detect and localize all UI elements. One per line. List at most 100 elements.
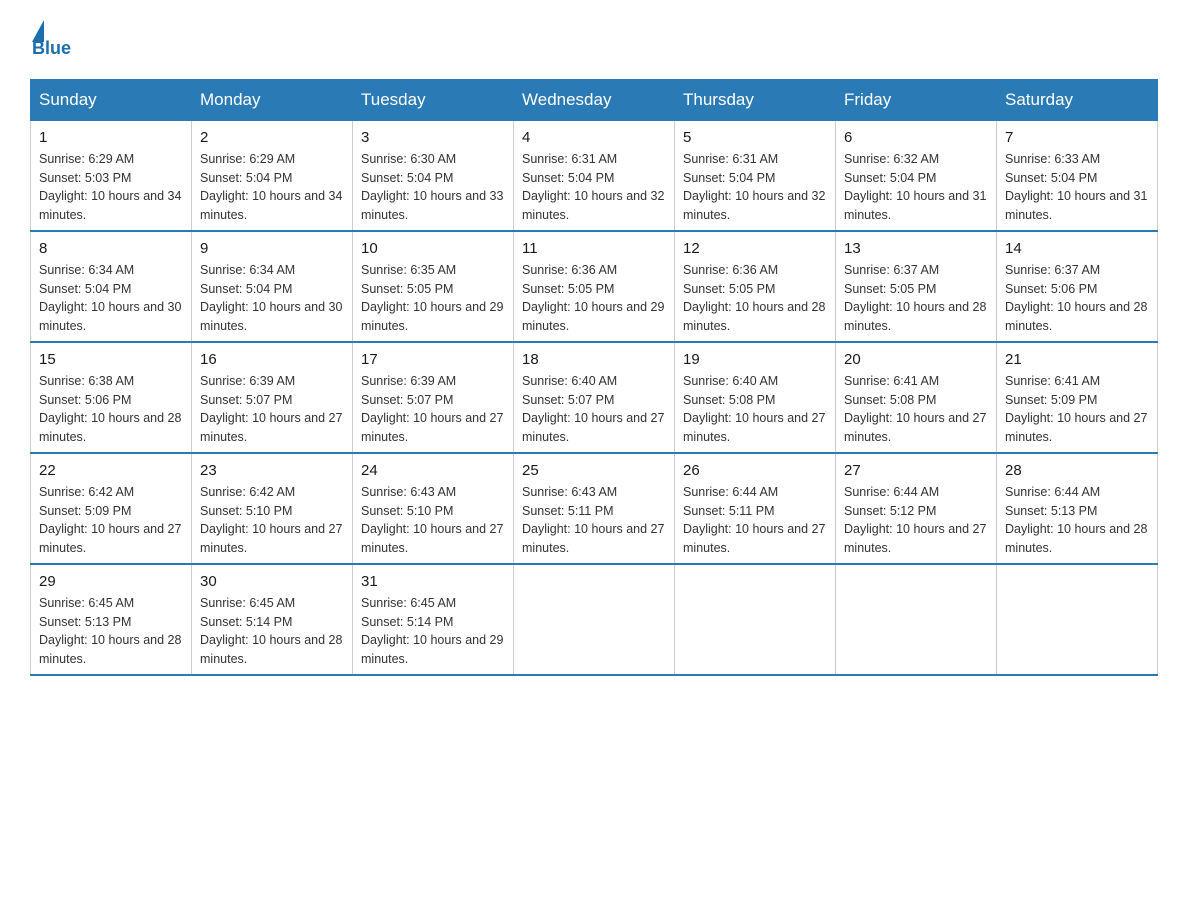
calendar-day-cell: 22 Sunrise: 6:42 AM Sunset: 5:09 PM Dayl… (31, 453, 192, 564)
calendar-day-cell: 28 Sunrise: 6:44 AM Sunset: 5:13 PM Dayl… (997, 453, 1158, 564)
day-daylight: Daylight: 10 hours and 27 minutes. (522, 522, 664, 555)
calendar-header-monday: Monday (192, 80, 353, 121)
day-sunset: Sunset: 5:10 PM (361, 504, 453, 518)
calendar-empty-cell (997, 564, 1158, 675)
day-sunrise: Sunrise: 6:36 AM (683, 263, 778, 277)
calendar-week-row: 1 Sunrise: 6:29 AM Sunset: 5:03 PM Dayli… (31, 121, 1158, 232)
calendar-header-sunday: Sunday (31, 80, 192, 121)
day-daylight: Daylight: 10 hours and 27 minutes. (522, 411, 664, 444)
day-daylight: Daylight: 10 hours and 27 minutes. (361, 411, 503, 444)
logo-subtitle: Blue (32, 38, 71, 59)
calendar-empty-cell (675, 564, 836, 675)
calendar-day-cell: 4 Sunrise: 6:31 AM Sunset: 5:04 PM Dayli… (514, 121, 675, 232)
logo: Blue (30, 20, 71, 59)
calendar-day-cell: 16 Sunrise: 6:39 AM Sunset: 5:07 PM Dayl… (192, 342, 353, 453)
day-daylight: Daylight: 10 hours and 27 minutes. (844, 522, 986, 555)
day-number: 14 (1005, 238, 1149, 259)
day-sunset: Sunset: 5:09 PM (1005, 393, 1097, 407)
calendar-day-cell: 31 Sunrise: 6:45 AM Sunset: 5:14 PM Dayl… (353, 564, 514, 675)
day-number: 5 (683, 127, 827, 148)
calendar-day-cell: 24 Sunrise: 6:43 AM Sunset: 5:10 PM Dayl… (353, 453, 514, 564)
calendar-day-cell: 15 Sunrise: 6:38 AM Sunset: 5:06 PM Dayl… (31, 342, 192, 453)
day-number: 12 (683, 238, 827, 259)
calendar-header-tuesday: Tuesday (353, 80, 514, 121)
calendar-day-cell: 5 Sunrise: 6:31 AM Sunset: 5:04 PM Dayli… (675, 121, 836, 232)
calendar-day-cell: 7 Sunrise: 6:33 AM Sunset: 5:04 PM Dayli… (997, 121, 1158, 232)
calendar-day-cell: 25 Sunrise: 6:43 AM Sunset: 5:11 PM Dayl… (514, 453, 675, 564)
day-daylight: Daylight: 10 hours and 34 minutes. (39, 189, 181, 222)
day-sunset: Sunset: 5:05 PM (683, 282, 775, 296)
calendar-day-cell: 20 Sunrise: 6:41 AM Sunset: 5:08 PM Dayl… (836, 342, 997, 453)
day-number: 28 (1005, 460, 1149, 481)
day-sunset: Sunset: 5:12 PM (844, 504, 936, 518)
calendar-day-cell: 10 Sunrise: 6:35 AM Sunset: 5:05 PM Dayl… (353, 231, 514, 342)
day-number: 27 (844, 460, 988, 481)
day-sunrise: Sunrise: 6:31 AM (522, 152, 617, 166)
day-sunrise: Sunrise: 6:40 AM (522, 374, 617, 388)
day-daylight: Daylight: 10 hours and 27 minutes. (200, 522, 342, 555)
day-daylight: Daylight: 10 hours and 27 minutes. (200, 411, 342, 444)
day-sunset: Sunset: 5:04 PM (200, 171, 292, 185)
calendar-day-cell: 14 Sunrise: 6:37 AM Sunset: 5:06 PM Dayl… (997, 231, 1158, 342)
calendar-day-cell: 30 Sunrise: 6:45 AM Sunset: 5:14 PM Dayl… (192, 564, 353, 675)
day-number: 6 (844, 127, 988, 148)
calendar-day-cell: 6 Sunrise: 6:32 AM Sunset: 5:04 PM Dayli… (836, 121, 997, 232)
day-number: 16 (200, 349, 344, 370)
day-number: 8 (39, 238, 183, 259)
day-daylight: Daylight: 10 hours and 27 minutes. (1005, 411, 1147, 444)
day-daylight: Daylight: 10 hours and 34 minutes. (200, 189, 342, 222)
day-number: 17 (361, 349, 505, 370)
day-daylight: Daylight: 10 hours and 29 minutes. (361, 300, 503, 333)
calendar-day-cell: 23 Sunrise: 6:42 AM Sunset: 5:10 PM Dayl… (192, 453, 353, 564)
day-daylight: Daylight: 10 hours and 29 minutes. (522, 300, 664, 333)
day-sunrise: Sunrise: 6:42 AM (39, 485, 134, 499)
day-sunset: Sunset: 5:07 PM (361, 393, 453, 407)
day-sunrise: Sunrise: 6:37 AM (1005, 263, 1100, 277)
day-daylight: Daylight: 10 hours and 28 minutes. (39, 633, 181, 666)
calendar-header-row: SundayMondayTuesdayWednesdayThursdayFrid… (31, 80, 1158, 121)
day-number: 24 (361, 460, 505, 481)
calendar-day-cell: 2 Sunrise: 6:29 AM Sunset: 5:04 PM Dayli… (192, 121, 353, 232)
day-daylight: Daylight: 10 hours and 27 minutes. (683, 522, 825, 555)
day-sunset: Sunset: 5:04 PM (844, 171, 936, 185)
day-daylight: Daylight: 10 hours and 27 minutes. (361, 522, 503, 555)
calendar-day-cell: 8 Sunrise: 6:34 AM Sunset: 5:04 PM Dayli… (31, 231, 192, 342)
calendar-empty-cell (836, 564, 997, 675)
day-number: 9 (200, 238, 344, 259)
day-sunrise: Sunrise: 6:44 AM (1005, 485, 1100, 499)
day-sunset: Sunset: 5:04 PM (1005, 171, 1097, 185)
day-number: 11 (522, 238, 666, 259)
day-sunrise: Sunrise: 6:40 AM (683, 374, 778, 388)
day-number: 20 (844, 349, 988, 370)
day-sunrise: Sunrise: 6:41 AM (844, 374, 939, 388)
day-daylight: Daylight: 10 hours and 33 minutes. (361, 189, 503, 222)
page-header: Blue (30, 20, 1158, 59)
day-sunset: Sunset: 5:11 PM (683, 504, 775, 518)
day-sunset: Sunset: 5:13 PM (1005, 504, 1097, 518)
calendar-day-cell: 19 Sunrise: 6:40 AM Sunset: 5:08 PM Dayl… (675, 342, 836, 453)
day-daylight: Daylight: 10 hours and 28 minutes. (1005, 300, 1147, 333)
day-sunset: Sunset: 5:04 PM (522, 171, 614, 185)
calendar-day-cell: 27 Sunrise: 6:44 AM Sunset: 5:12 PM Dayl… (836, 453, 997, 564)
calendar-day-cell: 18 Sunrise: 6:40 AM Sunset: 5:07 PM Dayl… (514, 342, 675, 453)
day-sunrise: Sunrise: 6:37 AM (844, 263, 939, 277)
day-number: 30 (200, 571, 344, 592)
day-number: 22 (39, 460, 183, 481)
day-number: 15 (39, 349, 183, 370)
day-number: 26 (683, 460, 827, 481)
day-sunset: Sunset: 5:07 PM (200, 393, 292, 407)
day-daylight: Daylight: 10 hours and 28 minutes. (1005, 522, 1147, 555)
day-number: 3 (361, 127, 505, 148)
day-sunrise: Sunrise: 6:44 AM (844, 485, 939, 499)
day-sunset: Sunset: 5:13 PM (39, 615, 131, 629)
day-sunset: Sunset: 5:04 PM (683, 171, 775, 185)
day-number: 2 (200, 127, 344, 148)
calendar-header-friday: Friday (836, 80, 997, 121)
day-sunrise: Sunrise: 6:39 AM (361, 374, 456, 388)
day-daylight: Daylight: 10 hours and 31 minutes. (1005, 189, 1147, 222)
day-sunrise: Sunrise: 6:32 AM (844, 152, 939, 166)
day-daylight: Daylight: 10 hours and 30 minutes. (39, 300, 181, 333)
day-sunset: Sunset: 5:05 PM (361, 282, 453, 296)
day-sunrise: Sunrise: 6:39 AM (200, 374, 295, 388)
day-sunset: Sunset: 5:14 PM (361, 615, 453, 629)
